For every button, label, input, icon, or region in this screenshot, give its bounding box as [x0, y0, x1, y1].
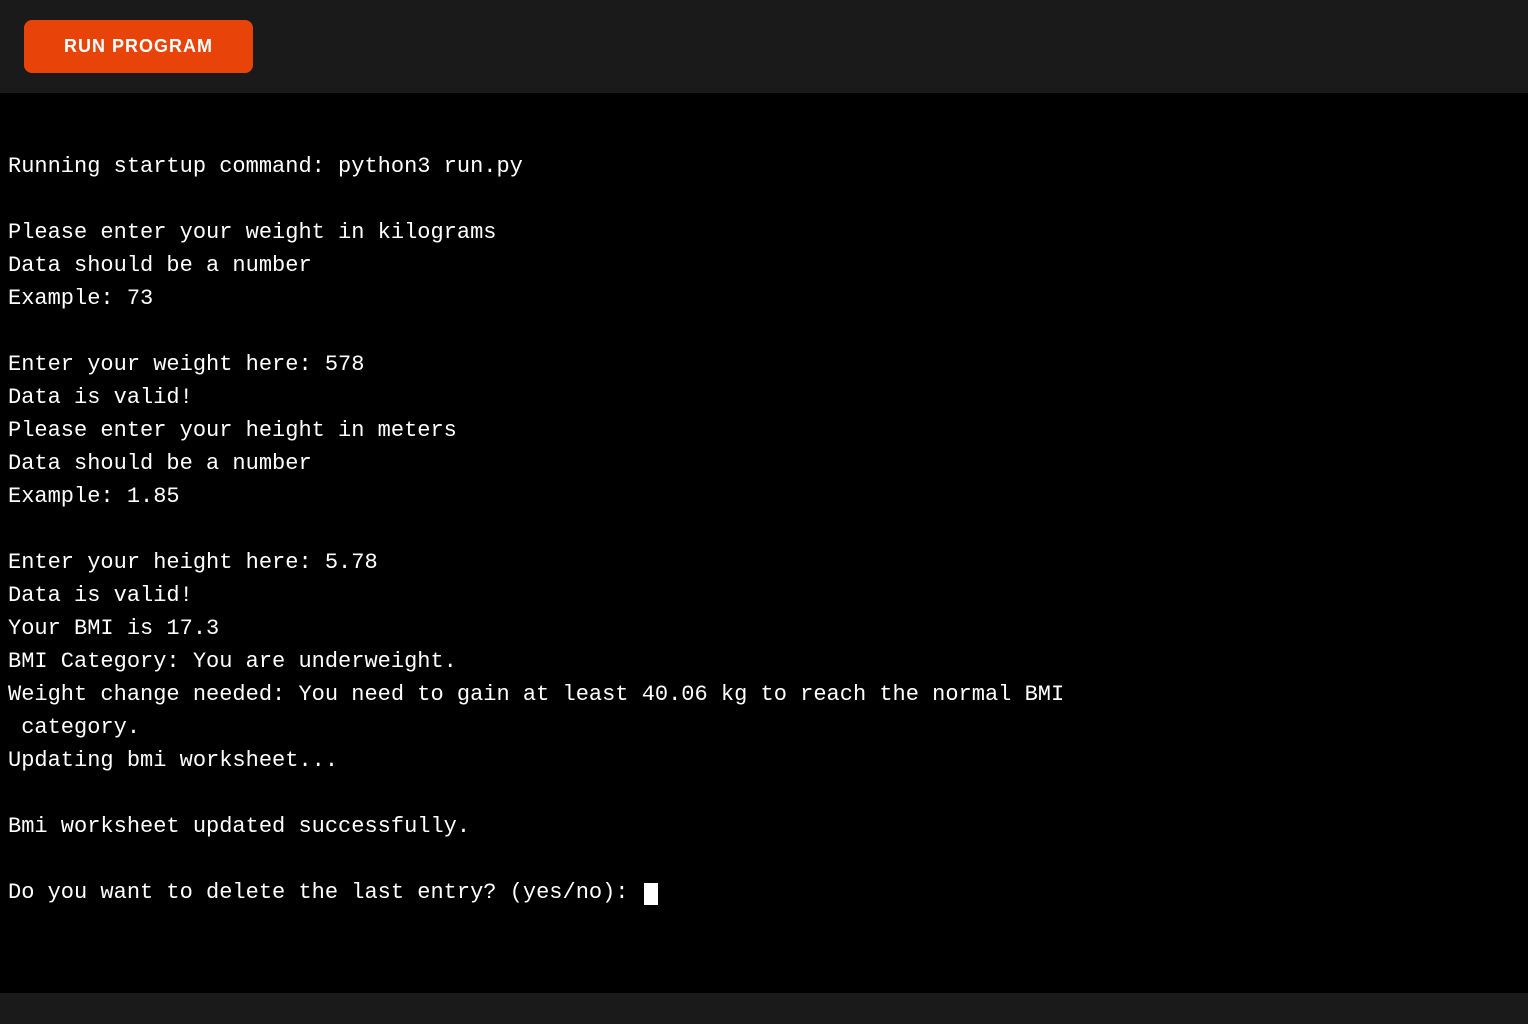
terminal-line — [8, 183, 1512, 216]
terminal-line: Your BMI is 17.3 — [8, 612, 1512, 645]
terminal-line — [8, 777, 1512, 810]
terminal-cursor — [644, 883, 658, 905]
terminal-line: Updating bmi worksheet... — [8, 744, 1512, 777]
terminal-line: Data is valid! — [8, 579, 1512, 612]
terminal-line: Enter your weight here: 578 — [8, 348, 1512, 381]
terminal-line: Example: 73 — [8, 282, 1512, 315]
terminal-line — [8, 513, 1512, 546]
terminal-line: Please enter your height in meters — [8, 414, 1512, 447]
terminal-line: Please enter your weight in kilograms — [8, 216, 1512, 249]
terminal-line: Data should be a number — [8, 447, 1512, 480]
terminal-line: category. — [8, 711, 1512, 744]
top-bar: RUN PROGRAM — [0, 0, 1528, 93]
terminal[interactable]: Running startup command: python3 run.py P… — [0, 93, 1528, 993]
terminal-line: Data is valid! — [8, 381, 1512, 414]
terminal-line: Running startup command: python3 run.py — [8, 150, 1512, 183]
run-program-button[interactable]: RUN PROGRAM — [24, 20, 253, 73]
terminal-line: Example: 1.85 — [8, 480, 1512, 513]
terminal-line: Data should be a number — [8, 249, 1512, 282]
terminal-line — [8, 843, 1512, 876]
terminal-line: Bmi worksheet updated successfully. — [8, 810, 1512, 843]
terminal-line — [8, 315, 1512, 348]
terminal-line: Weight change needed: You need to gain a… — [8, 678, 1512, 711]
terminal-line: BMI Category: You are underweight. — [8, 645, 1512, 678]
terminal-line: Enter your height here: 5.78 — [8, 546, 1512, 579]
terminal-line: Do you want to delete the last entry? (y… — [8, 876, 1512, 909]
